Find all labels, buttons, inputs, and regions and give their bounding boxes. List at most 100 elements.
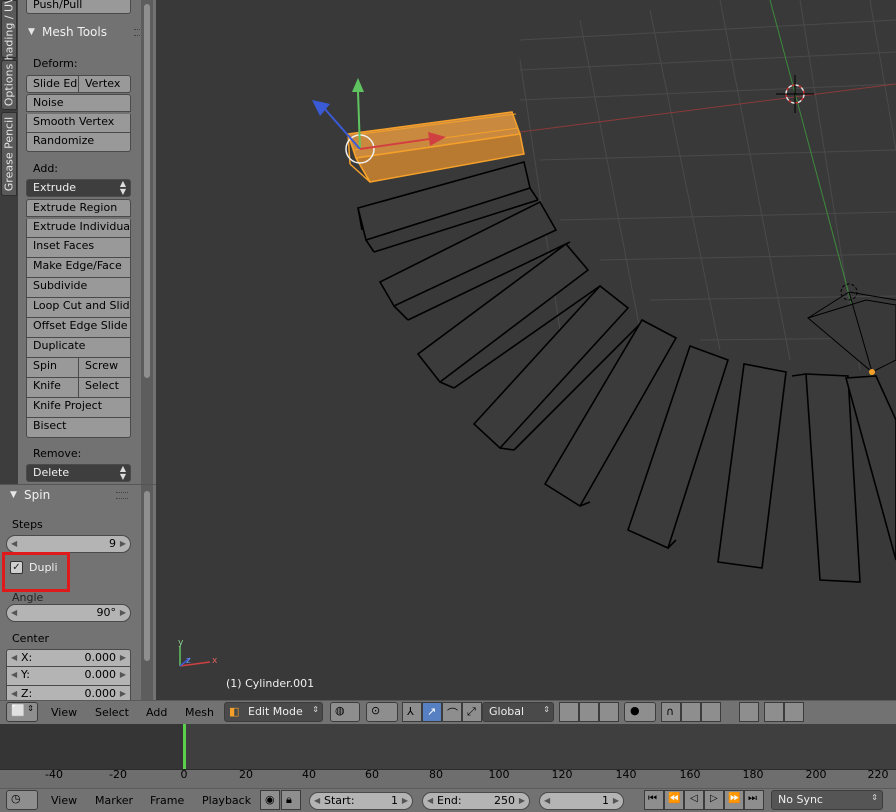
pivot-point-selector[interactable]: ⊙ bbox=[366, 702, 398, 722]
menu-view[interactable]: View bbox=[51, 701, 77, 725]
menu-select[interactable]: Select bbox=[95, 701, 129, 725]
snap-toggle[interactable]: ∩ bbox=[661, 702, 681, 722]
tab-shading-uvs[interactable]: Shading / UVs bbox=[1, 0, 17, 67]
decrement-arrow-icon[interactable]: ◀ bbox=[11, 650, 17, 666]
duplicate-button[interactable]: Duplicate bbox=[26, 338, 131, 358]
tab-grease-pencil[interactable]: Grease Pencil bbox=[1, 112, 17, 196]
mesh-tools-panel-header[interactable]: ▼ Mesh Tools bbox=[18, 20, 156, 44]
sync-mode-selector[interactable]: No Sync ⇕ bbox=[771, 790, 883, 810]
decrement-arrow-icon[interactable]: ◀ bbox=[11, 605, 17, 621]
translate-manipulator-toggle[interactable]: ↗ bbox=[422, 702, 442, 722]
play-icon[interactable]: ▷ bbox=[704, 790, 724, 810]
viewport-canvas[interactable] bbox=[156, 0, 896, 700]
randomize-button[interactable]: Randomize bbox=[26, 133, 131, 152]
scrollbar-thumb[interactable] bbox=[144, 4, 150, 378]
viewport-shading-selector[interactable]: ◍ bbox=[330, 702, 360, 722]
drag-grip-icon[interactable] bbox=[116, 492, 128, 499]
opengl-render-icon[interactable] bbox=[739, 702, 759, 722]
scrollbar-thumb[interactable] bbox=[144, 491, 150, 661]
spin-panel-header[interactable]: ▼ Spin bbox=[0, 485, 138, 507]
record-keyframe-icon[interactable]: ◉ bbox=[260, 790, 280, 810]
bisect-button[interactable]: Bisect bbox=[26, 418, 131, 438]
decrement-arrow-icon[interactable]: ◀ bbox=[427, 793, 433, 809]
render-animation-icon[interactable] bbox=[784, 702, 804, 722]
jump-to-start-icon[interactable]: ⏮ bbox=[644, 790, 664, 810]
editor-type-selector[interactable]: ⬜ ⇕ bbox=[6, 702, 38, 722]
increment-arrow-icon[interactable]: ▶ bbox=[519, 793, 525, 809]
center-y-field[interactable]: ◀ Y: 0.000 ▶ bbox=[6, 667, 131, 686]
decrement-arrow-icon[interactable]: ◀ bbox=[11, 686, 17, 700]
face-select-mode[interactable] bbox=[599, 702, 619, 722]
angle-field[interactable]: ◀ 90° ▶ bbox=[6, 604, 131, 622]
slide-vertex-button[interactable]: Vertex bbox=[79, 75, 131, 93]
center-z-field[interactable]: ◀ Z: 0.000 ▶ bbox=[6, 686, 131, 700]
extrude-dropdown[interactable]: Extrude ▲ ▼ bbox=[26, 179, 131, 197]
timeline-editor-type-selector[interactable]: ◷ bbox=[6, 790, 38, 810]
increment-arrow-icon[interactable]: ▶ bbox=[402, 793, 408, 809]
end-frame-field[interactable]: ◀ End: 250 ▶ bbox=[422, 792, 530, 810]
scale-manipulator-toggle[interactable]: ⤢ bbox=[462, 702, 482, 722]
proportional-editing-selector[interactable]: ● bbox=[624, 702, 656, 722]
increment-arrow-icon[interactable]: ▶ bbox=[120, 650, 126, 666]
smooth-vertex-button[interactable]: Smooth Vertex bbox=[26, 114, 131, 133]
loop-cut-slide-button[interactable]: Loop Cut and Slide bbox=[26, 298, 131, 318]
knife-project-button[interactable]: Knife Project bbox=[26, 398, 131, 418]
mode-selector[interactable]: ◧ Edit Mode ⇕ bbox=[224, 702, 323, 722]
offset-edge-slide-button[interactable]: Offset Edge Slide bbox=[26, 318, 131, 338]
knife-select-button[interactable]: Select bbox=[79, 378, 131, 398]
snap-element[interactable] bbox=[701, 702, 721, 722]
slide-edge-button[interactable]: Slide Ed bbox=[26, 75, 79, 93]
extrude-individual-button[interactable]: Extrude Individual bbox=[26, 219, 131, 238]
play-reverse-icon[interactable]: ◁ bbox=[684, 790, 704, 810]
edge-select-mode[interactable] bbox=[579, 702, 599, 722]
jump-to-end-icon[interactable]: ⏭ bbox=[744, 790, 764, 810]
decrement-arrow-icon[interactable]: ◀ bbox=[314, 793, 320, 809]
increment-arrow-icon[interactable]: ▶ bbox=[120, 686, 126, 700]
steps-field[interactable]: ◀ 9 ▶ bbox=[6, 535, 131, 553]
previous-keyframe-icon[interactable]: ⏪ bbox=[664, 790, 684, 810]
3d-viewport[interactable]: y x z (1) Cylinder.001 bbox=[156, 0, 896, 700]
screw-button[interactable]: Screw bbox=[79, 358, 131, 378]
3d-cursor-icon[interactable] bbox=[776, 75, 814, 113]
rotate-manipulator-toggle[interactable]: ⌒ bbox=[442, 702, 462, 722]
vertex-select-mode[interactable] bbox=[559, 702, 579, 722]
timeline-menu-marker[interactable]: Marker bbox=[95, 789, 133, 812]
knife-button[interactable]: Knife bbox=[26, 378, 79, 398]
timeline-area[interactable]: -40 -20 0 20 40 60 80 100 120 140 160 18… bbox=[0, 724, 896, 788]
timeline-menu-playback[interactable]: Playback bbox=[202, 789, 251, 812]
delete-dropdown[interactable]: Delete ▲ ▼ bbox=[26, 464, 131, 482]
center-x-field[interactable]: ◀ X: 0.000 ▶ bbox=[6, 649, 131, 667]
decrement-arrow-icon[interactable]: ◀ bbox=[11, 536, 17, 552]
increment-arrow-icon[interactable]: ▶ bbox=[120, 605, 126, 621]
subdivide-button[interactable]: Subdivide bbox=[26, 278, 131, 298]
timeline-menu-view[interactable]: View bbox=[51, 789, 77, 812]
z-arrow-icon[interactable] bbox=[312, 100, 330, 116]
transform-orientation-selector[interactable]: Global ⇕ bbox=[482, 702, 554, 722]
increment-arrow-icon[interactable]: ▶ bbox=[120, 667, 126, 683]
render-still-icon[interactable] bbox=[764, 702, 784, 722]
decrement-arrow-icon[interactable]: ◀ bbox=[544, 793, 550, 809]
push-pull-button[interactable]: Push/Pull bbox=[26, 0, 131, 14]
tab-options[interactable]: Options bbox=[1, 60, 17, 110]
menu-add[interactable]: Add bbox=[146, 701, 167, 725]
next-keyframe-icon[interactable]: ⏩ bbox=[724, 790, 744, 810]
operator-scrollbar[interactable] bbox=[141, 485, 153, 700]
increment-arrow-icon[interactable]: ▶ bbox=[613, 793, 619, 809]
noise-button[interactable]: Noise bbox=[26, 94, 131, 112]
snap-target[interactable] bbox=[681, 702, 701, 722]
start-frame-field[interactable]: ◀ Start: 1 ▶ bbox=[309, 792, 413, 810]
lock-icon[interactable]: 🔒︎ bbox=[281, 790, 301, 810]
make-edge-face-button[interactable]: Make Edge/Face bbox=[26, 258, 131, 278]
inset-faces-button[interactable]: Inset Faces bbox=[26, 238, 131, 258]
current-frame-field[interactable]: ◀ 1 ▶ bbox=[539, 792, 624, 810]
increment-arrow-icon[interactable]: ▶ bbox=[120, 536, 126, 552]
extrude-region-button[interactable]: Extrude Region bbox=[26, 199, 131, 217]
decrement-arrow-icon[interactable]: ◀ bbox=[11, 667, 17, 683]
manipulator-toggle[interactable]: ⅄ bbox=[402, 702, 422, 722]
current-frame-cursor[interactable] bbox=[183, 724, 186, 770]
timeline-menu-frame[interactable]: Frame bbox=[150, 789, 184, 812]
start-value: 1 bbox=[391, 794, 398, 807]
spin-button[interactable]: Spin bbox=[26, 358, 79, 378]
y-arrow-icon[interactable] bbox=[352, 78, 364, 92]
menu-mesh[interactable]: Mesh bbox=[185, 701, 214, 725]
